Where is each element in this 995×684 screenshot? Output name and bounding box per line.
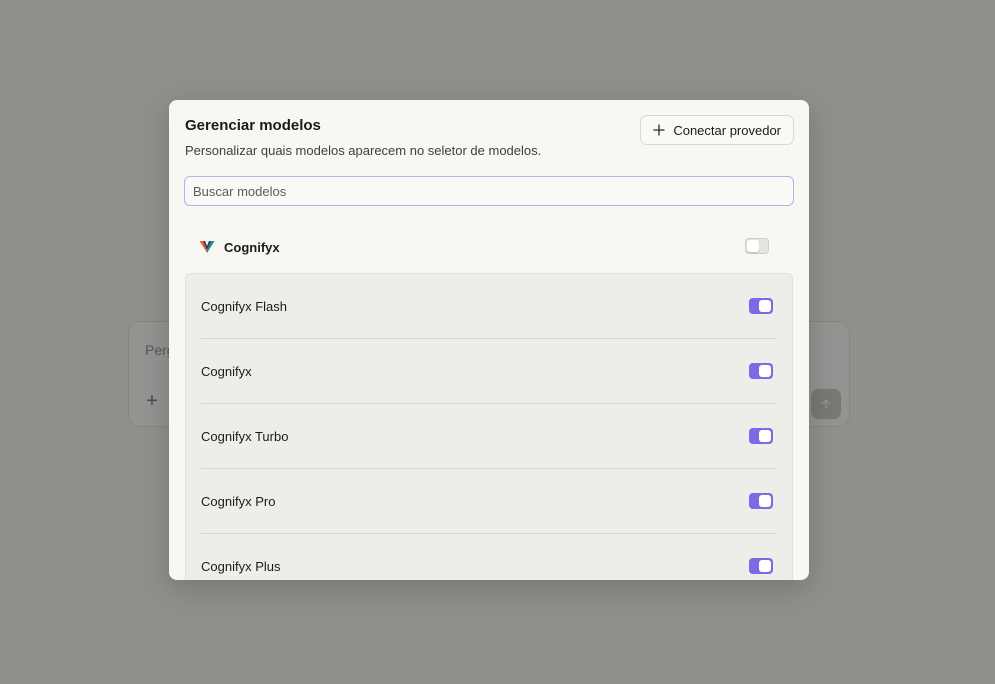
dialog-title: Gerenciar modelos — [185, 117, 321, 134]
toggle-knob — [759, 495, 771, 507]
provider-name: Cognifyx — [224, 239, 280, 255]
connect-provider-button[interactable]: Conectar provedor — [640, 115, 794, 145]
model-name: Cognifyx Plus — [201, 559, 281, 574]
model-row: Cognifyx Plus — [201, 534, 777, 580]
toggle-knob — [759, 365, 771, 377]
model-name: Cognifyx Pro — [201, 493, 276, 509]
plus-icon — [653, 124, 665, 136]
cognifyx-logo-icon — [199, 238, 217, 256]
toggle-knob — [747, 240, 759, 252]
toggle-knob — [759, 560, 771, 572]
search-models-input[interactable] — [184, 176, 794, 206]
toggle-knob — [759, 430, 771, 442]
model-toggle[interactable] — [749, 298, 773, 314]
model-row: Cognifyx Turbo — [201, 404, 777, 469]
model-toggle[interactable] — [749, 493, 773, 509]
model-row: Cognifyx Flash — [201, 274, 777, 339]
manage-models-dialog: Gerenciar modelos Personalizar quais mod… — [169, 100, 809, 580]
model-row: Cognifyx — [201, 339, 777, 404]
model-toggle[interactable] — [749, 558, 773, 574]
provider-toggle[interactable] — [745, 238, 769, 254]
dialog-description: Personalizar quais modelos aparecem no s… — [185, 143, 542, 158]
connect-provider-label: Conectar provedor — [673, 122, 781, 138]
toggle-knob — [759, 300, 771, 312]
model-row: Cognifyx Pro — [201, 469, 777, 534]
model-toggle[interactable] — [749, 363, 773, 379]
models-list: Cognifyx Flash Cognifyx Cognifyx Turbo C… — [185, 273, 793, 580]
model-name: Cognifyx Flash — [201, 298, 287, 314]
model-name: Cognifyx Turbo — [201, 428, 289, 444]
model-name: Cognifyx — [201, 363, 252, 379]
model-toggle[interactable] — [749, 428, 773, 444]
provider-row-cognifyx: Cognifyx — [199, 236, 771, 258]
